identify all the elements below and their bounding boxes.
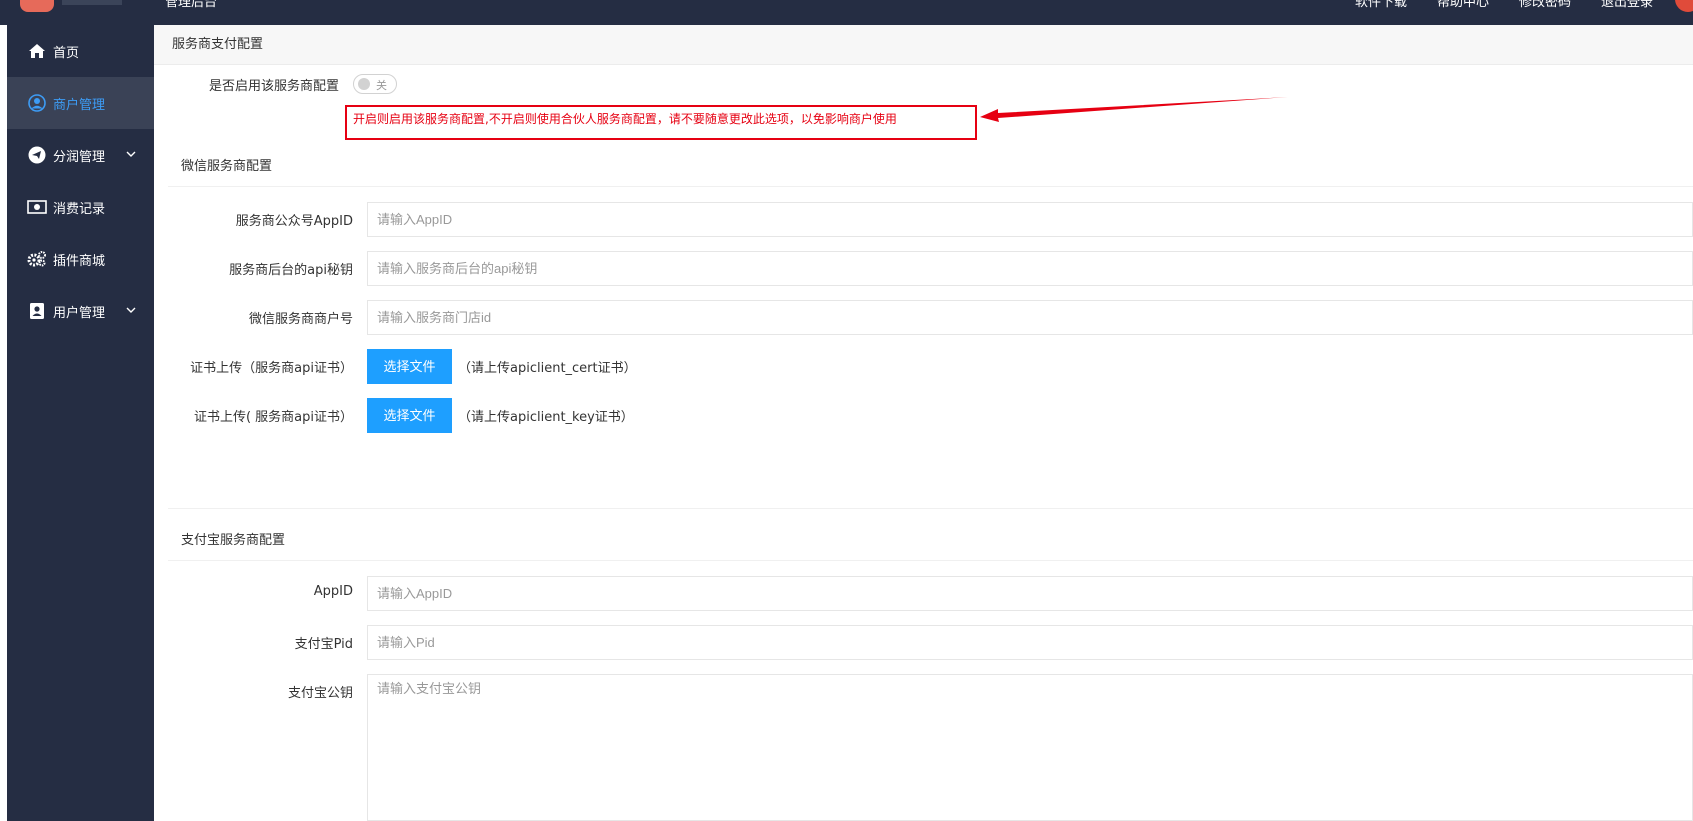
sidebar-item-users[interactable]: 用户管理: [7, 285, 154, 337]
section-divider: [168, 508, 1693, 509]
sidebar-item-home[interactable]: 首页: [7, 25, 154, 77]
wechat-mch-input[interactable]: [367, 300, 1693, 335]
wechat-mch-label: 微信服务商商户号: [248, 312, 353, 327]
alipay-pid-input[interactable]: [367, 625, 1693, 660]
sidebar-item-label: 分润管理: [53, 149, 106, 165]
cert-upload-label: 证书上传（服务商api证书）: [190, 361, 353, 376]
warning-text: 开启则启用该服务商配置,不开启则使用合伙人服务商配置，请不要随意更改此选项，以免…: [353, 112, 897, 126]
cert-upload-hint: （请上传apiclient_cert证书）: [458, 361, 637, 376]
alipay-pubkey-textarea[interactable]: [367, 674, 1693, 821]
alipay-pid-label: 支付宝Pid: [294, 637, 353, 652]
top-link-password[interactable]: 修改密码: [1519, 0, 1571, 10]
sidebar-item-profit[interactable]: 分润管理: [7, 129, 154, 181]
alipay-appid-input[interactable]: [367, 576, 1693, 611]
window-edge: [0, 25, 7, 821]
chevron-down-icon: [126, 147, 136, 162]
toggle-knob: [358, 78, 370, 90]
sidebar-item-label: 插件商城: [53, 253, 106, 269]
enable-label: 是否启用该服务商配置: [209, 79, 340, 94]
wechat-section-title: 微信服务商配置: [168, 147, 1693, 187]
wechat-secret-input[interactable]: [367, 251, 1693, 286]
top-bar: 管理后台 软件下载 帮助中心 修改密码 退出登录: [0, 0, 1693, 25]
sidebar-item-consumption[interactable]: 消费记录: [7, 181, 154, 233]
sidebar-item-label: 首页: [53, 45, 80, 61]
sidebar-item-label: 商户管理: [53, 97, 106, 113]
wechat-secret-label: 服务商后台的api秘钥: [229, 263, 353, 278]
logo[interactable]: [20, 0, 54, 12]
top-link-logout[interactable]: 退出登录: [1601, 0, 1653, 10]
sidebar-item-plugins[interactable]: 插件商城: [7, 233, 154, 285]
key-upload-hint: （请上传apiclient_key证书）: [458, 410, 634, 425]
annotation-arrow: [980, 97, 1288, 122]
top-link-help[interactable]: 帮助中心: [1437, 0, 1489, 10]
key-upload-label: 证书上传( 服务商api证书）: [193, 410, 353, 425]
top-link-download[interactable]: 软件下载: [1355, 0, 1407, 10]
wechat-appid-label: 服务商公众号AppID: [235, 214, 353, 229]
page-title: 服务商支付配置: [154, 25, 1693, 65]
sidebar-item-label: 消费记录: [53, 201, 106, 217]
chevron-down-icon: [126, 303, 136, 318]
top-links: 软件下载 帮助中心 修改密码 退出登录: [1355, 0, 1653, 10]
gears-icon: [27, 249, 47, 269]
toggle-text: 关: [376, 79, 387, 92]
logo-subtitle: [62, 0, 122, 5]
money-icon: [27, 197, 47, 217]
sidebar-item-label: 用户管理: [53, 305, 106, 321]
alipay-pubkey-label: 支付宝公钥: [287, 686, 353, 701]
cert-choose-file-button[interactable]: 选择文件: [367, 349, 452, 384]
home-icon: [27, 41, 47, 61]
wechat-appid-input[interactable]: [367, 202, 1693, 237]
sidebar-item-merchants[interactable]: 商户管理: [7, 77, 154, 129]
enable-toggle[interactable]: 关: [353, 74, 397, 94]
alipay-appid-label: AppID: [313, 584, 353, 599]
user-card-icon: [27, 301, 47, 321]
avatar[interactable]: [1675, 0, 1693, 12]
paper-plane-icon: [27, 145, 47, 165]
key-choose-file-button[interactable]: 选择文件: [367, 398, 452, 433]
user-circle-icon: [27, 93, 47, 113]
warning-box: 开启则启用该服务商配置,不开启则使用合伙人服务商配置，请不要随意更改此选项，以免…: [345, 105, 977, 140]
alipay-section-title: 支付宝服务商配置: [168, 521, 1693, 561]
sidebar: 首页 商户管理 分润管理 消费记录 插件商城 用户管理: [7, 25, 154, 821]
top-title: 管理后台: [165, 0, 218, 10]
main-content: 服务商支付配置 是否启用该服务商配置 关 开启则启用该服务商配置,不开启则使用合…: [154, 25, 1693, 821]
